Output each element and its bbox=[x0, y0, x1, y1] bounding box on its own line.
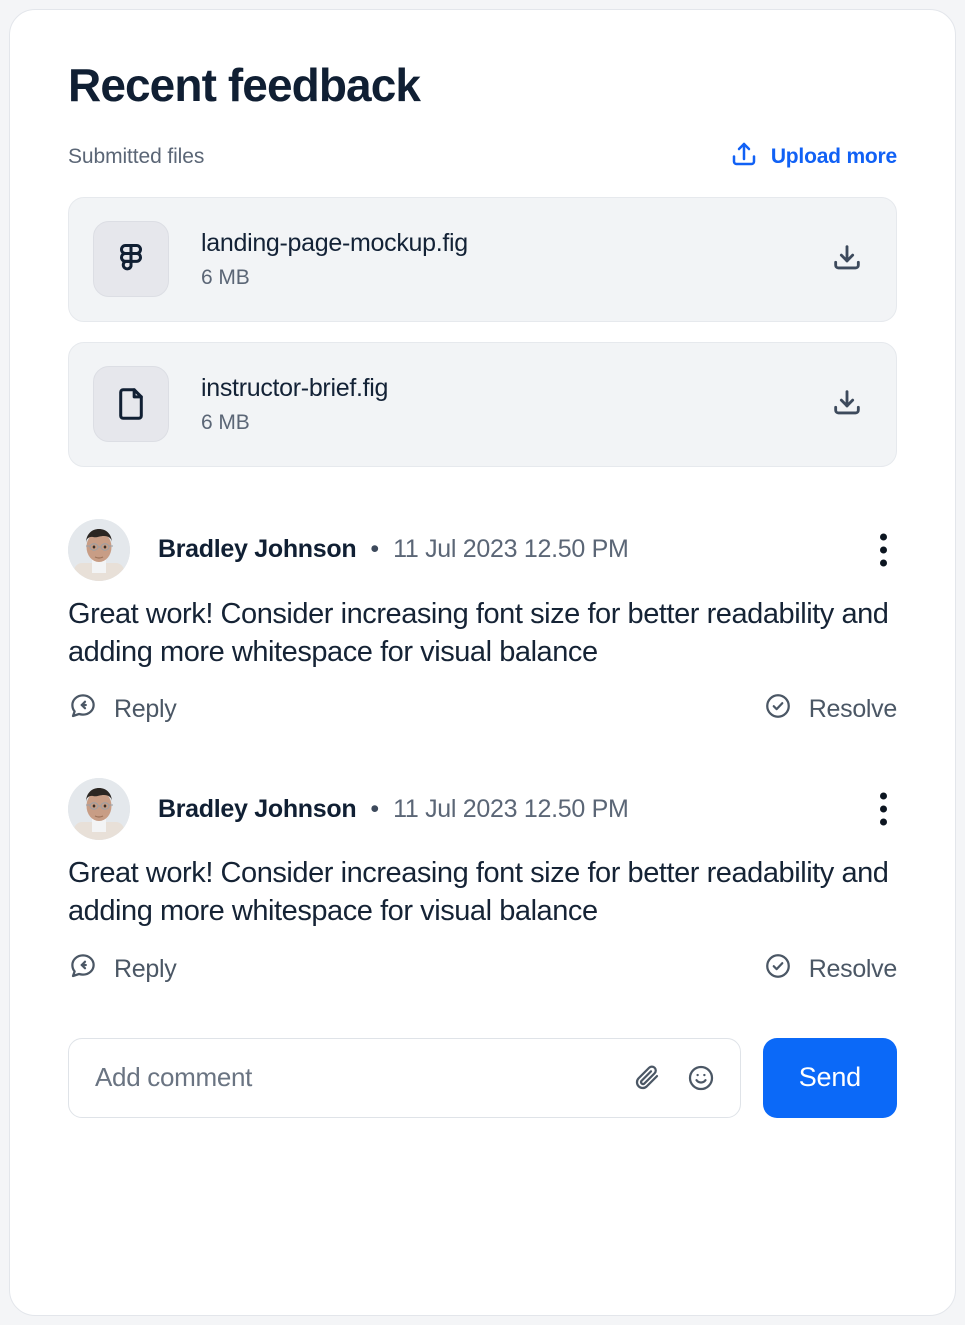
separator-dot: • bbox=[370, 535, 380, 564]
comment-item: Bradley Johnson • 11 Jul 2023 12.50 PM G… bbox=[68, 518, 897, 729]
comment-actions: Reply Resolve bbox=[68, 691, 897, 728]
download-button[interactable] bbox=[824, 235, 870, 284]
comment-list: Bradley Johnson • 11 Jul 2023 12.50 PM G… bbox=[68, 518, 897, 988]
paperclip-icon[interactable] bbox=[630, 1061, 664, 1095]
reply-icon bbox=[68, 951, 98, 988]
check-circle-icon bbox=[763, 691, 793, 728]
kebab-dot bbox=[880, 792, 887, 800]
upload-more-label: Upload more bbox=[770, 144, 897, 168]
comment-author: Bradley Johnson bbox=[158, 794, 357, 823]
smiley-icon[interactable] bbox=[684, 1061, 718, 1095]
kebab-dot bbox=[880, 805, 887, 813]
figma-icon bbox=[93, 221, 169, 298]
send-button[interactable]: Send bbox=[762, 1037, 897, 1118]
card-content: Recent feedback Submitted files Upload m… bbox=[10, 10, 955, 1168]
resolve-button[interactable]: Resolve bbox=[763, 951, 897, 988]
file-list: landing-page-mockup.fig 6 MB instructor-… bbox=[68, 196, 897, 467]
comment-actions: Reply Resolve bbox=[68, 951, 897, 988]
file-meta: landing-page-mockup.fig 6 MB bbox=[201, 228, 824, 290]
upload-more-button[interactable]: Upload more bbox=[729, 139, 897, 175]
file-meta: instructor-brief.fig 6 MB bbox=[201, 373, 824, 435]
reply-icon bbox=[68, 691, 98, 728]
resolve-label: Resolve bbox=[808, 695, 898, 724]
submitted-files-label: Submitted files bbox=[68, 144, 205, 168]
page-title: Recent feedback bbox=[68, 59, 421, 111]
kebab-menu-icon[interactable] bbox=[870, 787, 897, 832]
reply-label: Reply bbox=[114, 695, 177, 724]
comment-timestamp: 11 Jul 2023 12.50 PM bbox=[393, 535, 629, 564]
reply-label: Reply bbox=[114, 954, 177, 983]
file-row[interactable]: landing-page-mockup.fig 6 MB bbox=[68, 196, 897, 322]
reply-button[interactable]: Reply bbox=[68, 691, 177, 728]
check-circle-icon bbox=[763, 951, 793, 988]
submitted-files-header: Submitted files Upload more bbox=[68, 139, 897, 175]
comment-header: Bradley Johnson • 11 Jul 2023 12.50 PM bbox=[68, 518, 897, 581]
file-size: 6 MB bbox=[201, 411, 250, 435]
recent-feedback-card: Recent feedback Submitted files Upload m… bbox=[9, 9, 956, 1316]
composer-icons bbox=[630, 1061, 718, 1095]
kebab-menu-icon[interactable] bbox=[870, 527, 897, 572]
comment-body: Great work! Consider increasing font siz… bbox=[68, 597, 889, 668]
kebab-dot bbox=[880, 818, 887, 826]
comment-input[interactable] bbox=[95, 1062, 620, 1094]
comment-header: Bradley Johnson • 11 Jul 2023 12.50 PM bbox=[68, 778, 897, 841]
comment-input-wrapper bbox=[68, 1037, 741, 1118]
download-button[interactable] bbox=[824, 380, 870, 429]
comment-author: Bradley Johnson bbox=[158, 535, 357, 564]
kebab-dot bbox=[880, 546, 887, 554]
document-icon bbox=[93, 366, 169, 443]
file-size: 6 MB bbox=[201, 266, 250, 290]
reply-button[interactable]: Reply bbox=[68, 951, 177, 988]
separator-dot: • bbox=[370, 794, 380, 823]
kebab-dot bbox=[880, 559, 887, 567]
comment-item: Bradley Johnson • 11 Jul 2023 12.50 PM G… bbox=[68, 778, 897, 988]
comment-composer: Send bbox=[68, 1037, 897, 1168]
download-icon bbox=[830, 241, 864, 278]
resolve-label: Resolve bbox=[808, 954, 898, 983]
upload-icon bbox=[729, 139, 759, 175]
file-name: landing-page-mockup.fig bbox=[201, 228, 468, 257]
kebab-dot bbox=[880, 533, 887, 541]
comment-timestamp: 11 Jul 2023 12.50 PM bbox=[393, 794, 629, 823]
comment-body: Great work! Consider increasing font siz… bbox=[68, 857, 889, 928]
download-icon bbox=[830, 386, 864, 423]
resolve-button[interactable]: Resolve bbox=[763, 691, 897, 728]
avatar bbox=[68, 778, 130, 841]
file-name: instructor-brief.fig bbox=[201, 373, 389, 402]
avatar bbox=[68, 518, 130, 581]
file-row[interactable]: instructor-brief.fig 6 MB bbox=[68, 341, 897, 467]
